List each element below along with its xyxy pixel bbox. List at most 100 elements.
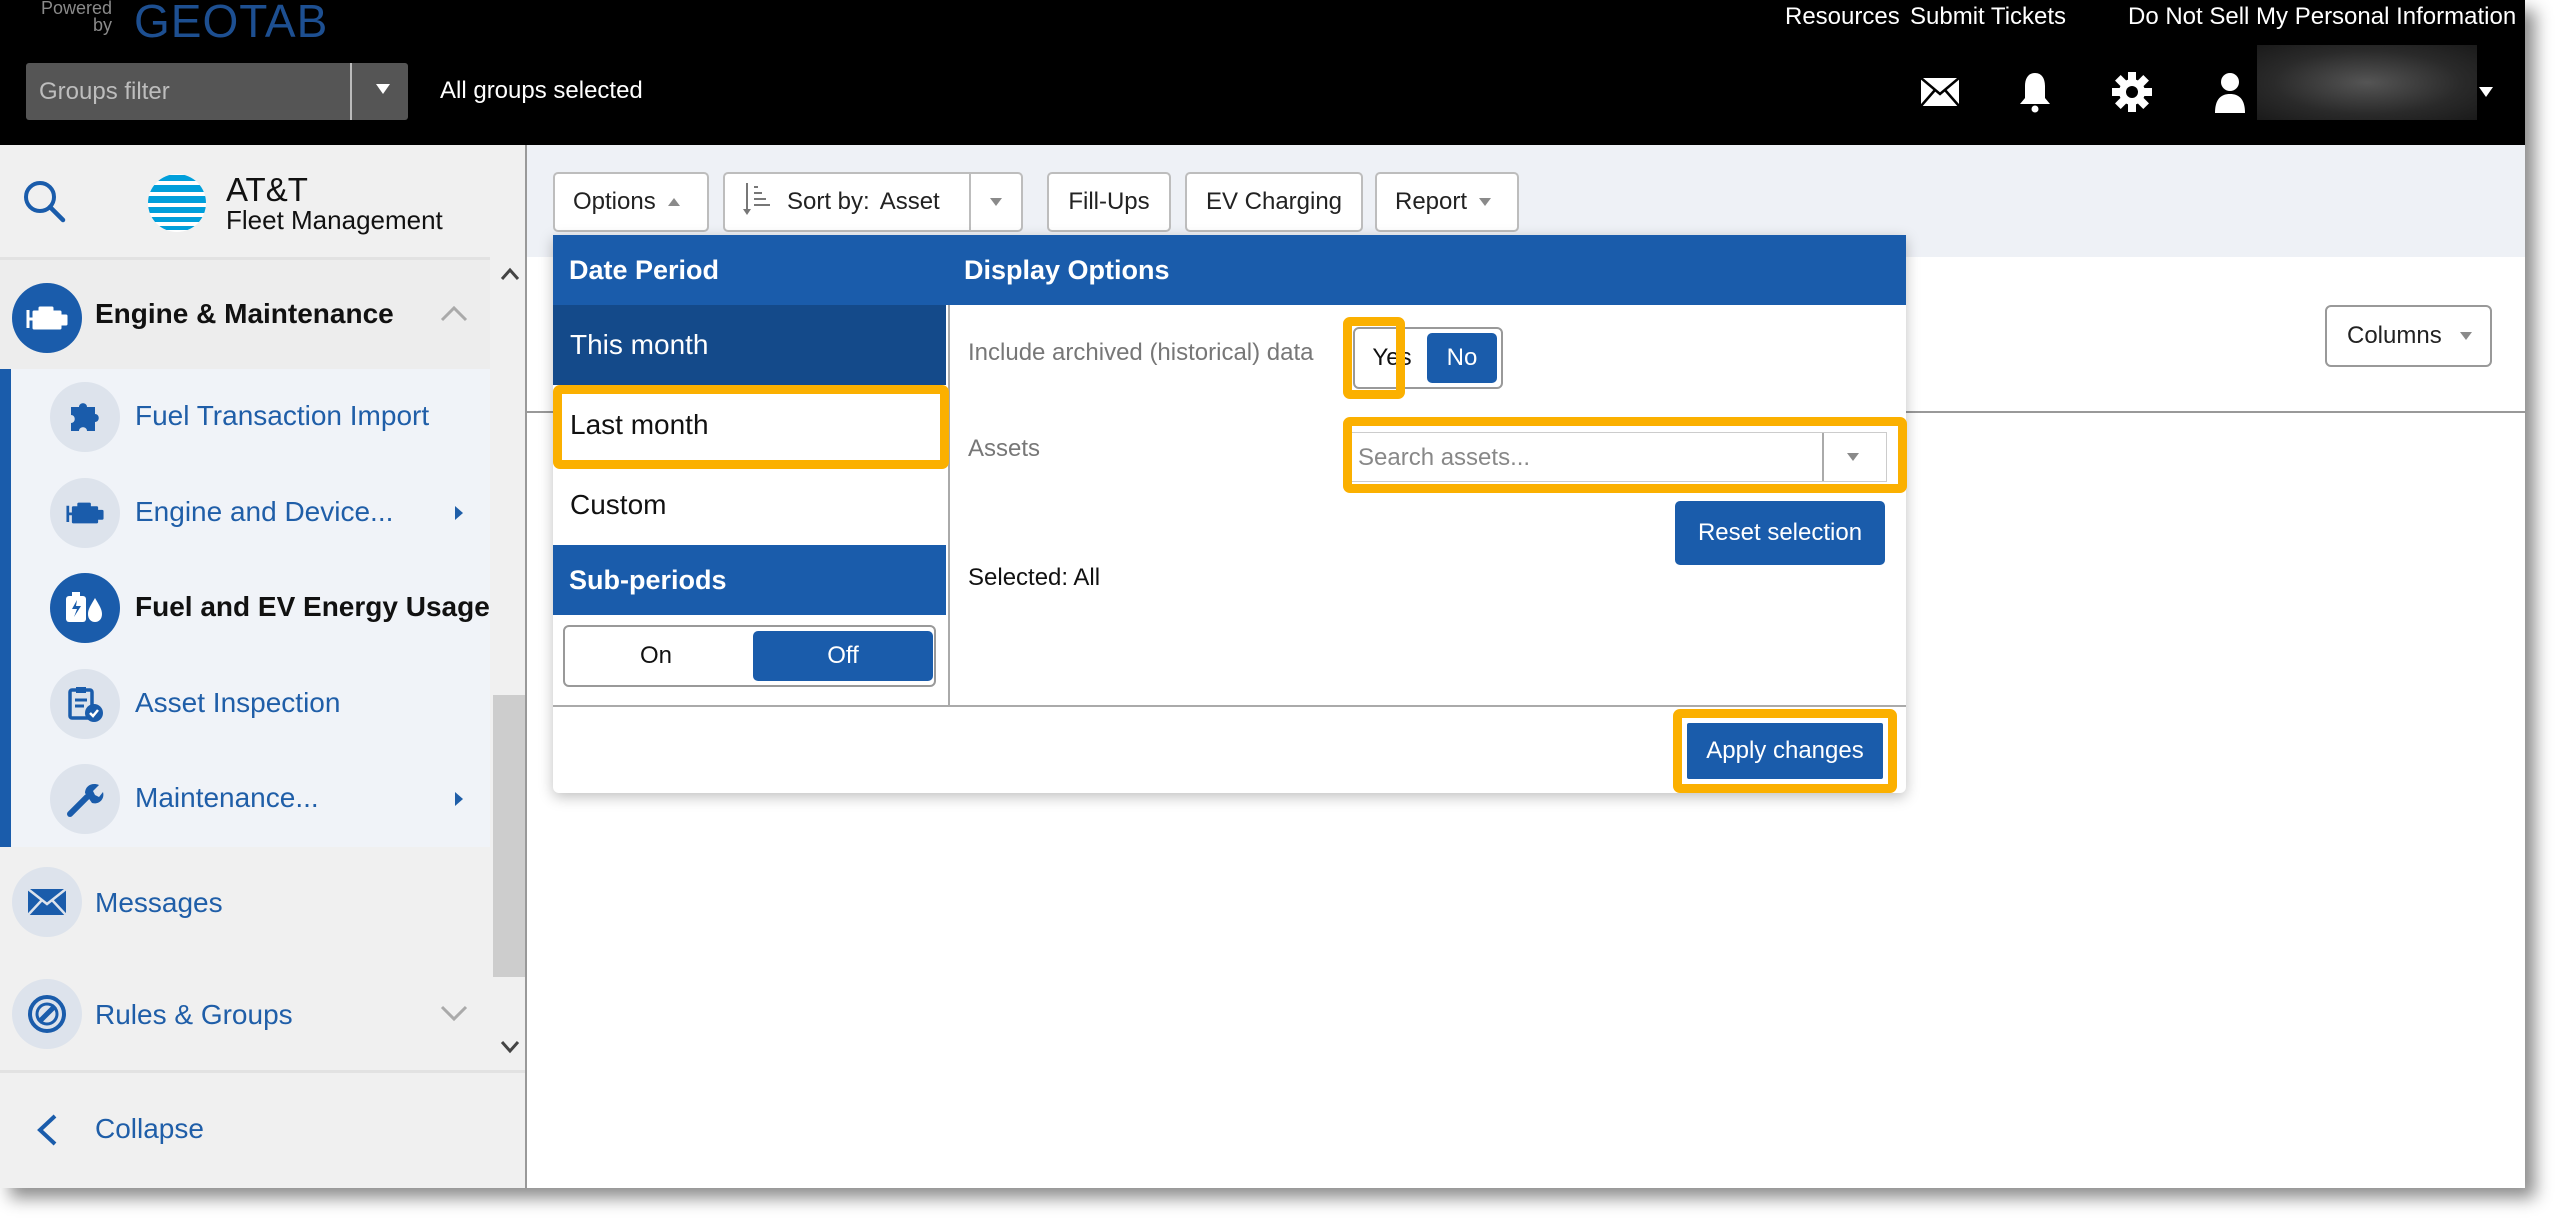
chevron-up-icon[interactable]	[440, 304, 468, 327]
engine-icon	[12, 283, 82, 353]
sort-label: Sort by:	[787, 188, 870, 215]
do-not-sell-link[interactable]: Do Not Sell My Personal Information	[2128, 3, 2516, 31]
sidebar-subitems: Fuel Transaction Import Engine and Devic…	[0, 369, 490, 847]
sidebar-group-label: Engine & Maintenance	[95, 298, 394, 329]
fuel-ev-icon	[50, 573, 120, 643]
chevron-down-icon[interactable]	[440, 1005, 468, 1028]
highlight-last-month	[553, 385, 949, 469]
sidebar-item-fuel-ev-energy-usage[interactable]: Fuel and EV Energy Usage	[0, 568, 490, 648]
resources-link[interactable]: Resources	[1785, 3, 1900, 31]
puzzle-icon	[50, 382, 120, 452]
submenu-arrow-icon	[455, 792, 463, 806]
att-globe-logo-icon	[147, 173, 207, 238]
ev-charging-label: EV Charging	[1205, 188, 1343, 215]
report-label: Report	[1395, 188, 1468, 215]
user-icon[interactable]	[2208, 70, 2252, 114]
sidebar-item-fuel-transaction-import[interactable]: Fuel Transaction Import	[0, 377, 490, 457]
chevron-down-icon[interactable]	[376, 84, 390, 94]
fill-ups-label: Fill-Ups	[1068, 188, 1150, 215]
columns-button[interactable]: Columns	[2325, 305, 2492, 367]
assets-label: Assets	[968, 435, 1041, 462]
sub-periods-toggle[interactable]: On Off	[563, 625, 936, 687]
highlight-apply-changes	[1673, 709, 1897, 793]
scroll-up-icon[interactable]	[500, 267, 520, 286]
sidebar-nav: Engine & Maintenance Fuel Transaction Im…	[0, 257, 490, 1067]
chevron-down-icon	[2459, 332, 2472, 340]
sub-periods-off[interactable]: Off	[753, 631, 933, 681]
rules-icon	[12, 979, 82, 1049]
top-header: Powered by GEOTAB Groups filter All grou…	[0, 0, 2525, 145]
search-icon[interactable]	[20, 177, 70, 232]
collapse-button[interactable]: Collapse	[0, 1070, 525, 1188]
sidebar-logo-area: AT&T Fleet Management	[0, 145, 525, 257]
sidebar-item-messages[interactable]: Messages	[0, 857, 490, 947]
groups-filter[interactable]: Groups filter	[26, 63, 408, 120]
powered-by-text: Powered by	[40, 0, 112, 35]
fill-ups-button[interactable]: Fill-Ups	[1047, 172, 1171, 232]
options-button[interactable]: Options	[553, 172, 709, 232]
envelope-icon	[12, 867, 82, 937]
selected-assets-text: Selected: All	[968, 564, 1101, 591]
display-options-header: Display Options	[948, 235, 1906, 305]
panel-footer-divider	[553, 705, 1906, 707]
scroll-down-icon[interactable]	[500, 1040, 520, 1059]
date-option-custom[interactable]: Custom	[553, 465, 946, 545]
bell-icon[interactable]	[2013, 70, 2057, 114]
chevron-down-icon[interactable]	[990, 198, 1002, 206]
chevron-down-icon	[1479, 198, 1492, 206]
chevron-up-icon	[667, 198, 680, 206]
columns-label: Columns	[2347, 322, 2442, 349]
sub-periods-on[interactable]: On	[565, 627, 747, 685]
sidebar-item-label: Messages	[95, 887, 223, 918]
sidebar-scrollbar[interactable]	[493, 257, 525, 1067]
groups-status: All groups selected	[440, 77, 643, 104]
clipboard-check-icon	[50, 669, 120, 739]
sidebar-item-label: Engine and Device...	[135, 496, 394, 527]
date-option-this-month[interactable]: This month	[553, 305, 946, 385]
geotab-logo: GEOTAB	[134, 0, 329, 47]
sidebar-item-label: Asset Inspection	[135, 687, 341, 718]
highlight-assets-search	[1343, 417, 1907, 493]
sidebar-scrollbar-thumb[interactable]	[493, 695, 525, 977]
groups-filter-placeholder: Groups filter	[39, 78, 170, 105]
sidebar-item-label: Rules & Groups	[95, 999, 293, 1030]
fleet-management-text: Fleet Management	[226, 205, 443, 235]
sub-periods-header: Sub-periods	[553, 545, 946, 615]
reset-selection-button[interactable]: Reset selection	[1675, 501, 1885, 565]
options-panel: Date Period This month Last month Custom…	[553, 235, 1907, 793]
sidebar-item-engine-and-device[interactable]: Engine and Device...	[0, 473, 490, 553]
app-window: Powered by GEOTAB Groups filter All grou…	[0, 0, 2525, 1188]
mail-icon[interactable]	[1918, 70, 1962, 114]
groups-filter-divider	[350, 63, 352, 120]
sidebar-item-maintenance[interactable]: Maintenance...	[0, 759, 490, 839]
att-logo-text: AT&T	[226, 171, 308, 208]
ev-charging-button[interactable]: EV Charging	[1185, 172, 1363, 232]
sort-icon	[741, 181, 775, 224]
sidebar-item-rules-groups[interactable]: Rules & Groups	[0, 969, 490, 1059]
date-period-header: Date Period	[553, 235, 948, 305]
date-period-column: Date Period This month Last month Custom…	[553, 235, 950, 705]
highlight-yes-option	[1343, 317, 1405, 399]
options-label: Options	[573, 188, 656, 215]
report-button[interactable]: Report	[1375, 172, 1519, 232]
gear-icon[interactable]	[2110, 70, 2154, 114]
sidebar: AT&T Fleet Management Engine & Maintenan…	[0, 145, 527, 1188]
archived-data-label: Include archived (historical) data	[968, 339, 1314, 366]
archived-no-option[interactable]: No	[1427, 333, 1497, 383]
collapse-label: Collapse	[95, 1113, 204, 1144]
sidebar-item-label: Fuel and EV Energy Usage	[135, 591, 490, 622]
user-menu-caret-icon[interactable]	[2479, 87, 2493, 97]
sidebar-item-label: Maintenance...	[135, 782, 319, 813]
sort-value: Asset	[879, 188, 940, 215]
sidebar-group-engine-maintenance[interactable]: Engine & Maintenance	[0, 257, 490, 369]
sort-divider	[969, 174, 971, 230]
submit-tickets-link[interactable]: Submit Tickets	[1910, 3, 2066, 31]
sidebar-item-label: Fuel Transaction Import	[135, 400, 430, 431]
user-name-redacted[interactable]	[2257, 45, 2477, 120]
chevron-left-icon	[35, 1113, 59, 1152]
sidebar-item-asset-inspection[interactable]: Asset Inspection	[0, 664, 490, 744]
wrench-icon	[50, 764, 120, 834]
sort-by-dropdown[interactable]: Sort by: Asset	[723, 172, 1023, 232]
submenu-arrow-icon	[455, 506, 463, 520]
engine-icon	[50, 478, 120, 548]
